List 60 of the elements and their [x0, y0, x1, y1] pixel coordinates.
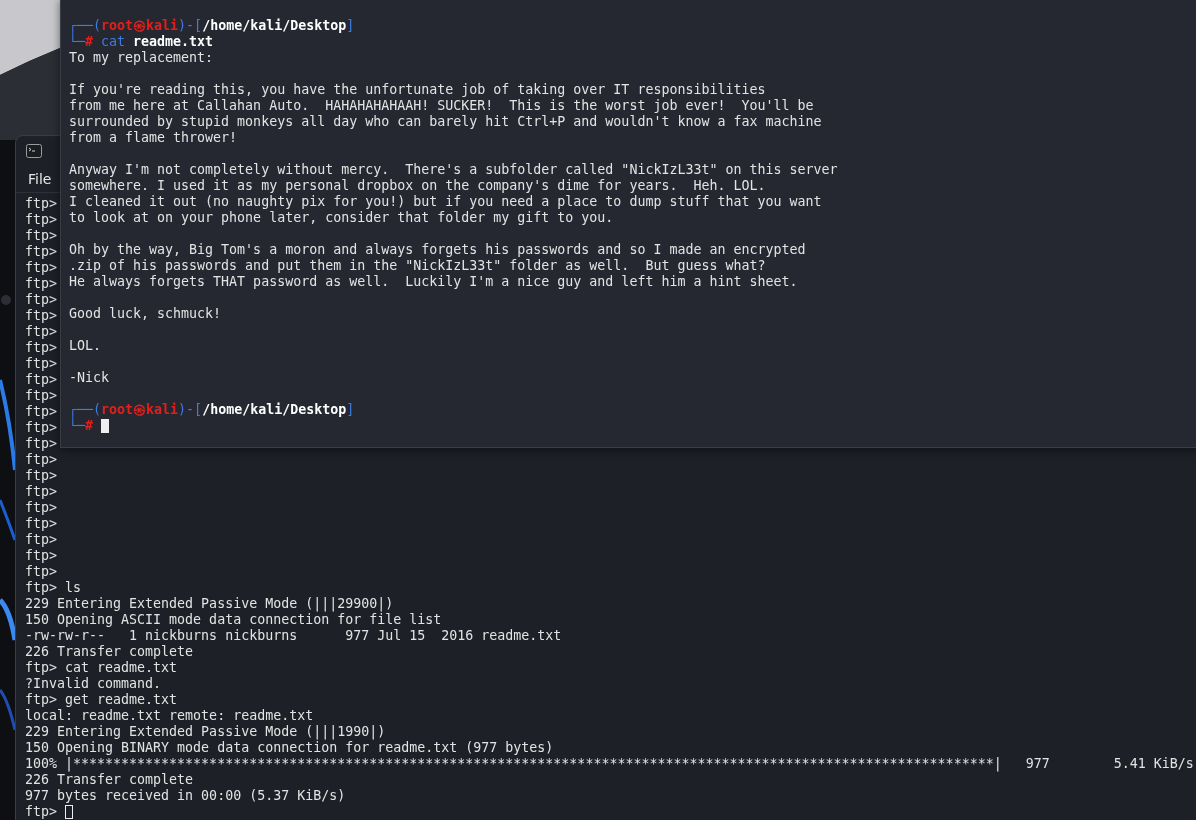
terminal-line: ftp> — [25, 212, 58, 228]
terminal-line: Oh by the way, Big Tom's a moron and always forgets his passwords and so I made an encrypted — [69, 242, 806, 258]
terminal-line: local: readme.txt remote: readme.txt — [25, 708, 314, 724]
terminal-line: 226 Transfer complete — [25, 772, 194, 788]
command-line: └─# cat readme.txt — [69, 34, 214, 50]
terminal-line: ftp> — [25, 308, 58, 324]
terminal-line: -rw-rw-r-- 1 nickburns nickburns 977 Jul 15 2016 readme.txt — [25, 628, 562, 644]
terminal-line: ftp> — [25, 388, 58, 404]
terminal-line: To my replacement: — [69, 50, 214, 66]
terminal-line: 977 bytes received in 00:00 (5.37 KiB/s) — [25, 788, 346, 804]
terminal-line: 226 Transfer complete — [25, 644, 194, 660]
terminal-line: ftp> — [25, 804, 58, 820]
terminal-line: ftp> cat readme.txt — [25, 660, 178, 676]
terminal-line: 229 Entering Extended Passive Mode (|||29900|) — [25, 596, 394, 612]
terminal-line: ftp> — [25, 292, 58, 308]
terminal-line: 100% |*******************************************************************************************************************| 977 5.41 KiB/s — [25, 756, 1194, 772]
terminal-line: I cleaned it out (no naughty pix for you!) but if you need a place to dump stuff that you want — [69, 194, 822, 210]
terminal-line: from me here at Callahan Auto. HAHAHAHAHAAH! SUCKER! This is the worst job ever! You'll be — [69, 98, 814, 114]
terminal-line: ftp> — [25, 276, 58, 292]
terminal-line: ftp> — [25, 244, 58, 260]
menu-item[interactable]: File — [22, 171, 58, 187]
terminal-line: ftp> — [25, 452, 58, 468]
terminal-line: LOL. — [69, 338, 102, 354]
terminal-line: Anyway I'm not completely without mercy. There's a subfolder called "NickIzL33t" on this server — [69, 162, 838, 178]
terminal-line: from a flame thrower! — [69, 130, 238, 146]
terminal-icon — [26, 144, 42, 158]
prompt-line: ┌──(root㉿kali)-[/home/kali/Desktop] — [69, 18, 356, 34]
terminal-line: ftp> — [25, 340, 58, 356]
terminal-line: ftp> — [25, 356, 58, 372]
terminal-line: ftp> — [25, 484, 58, 500]
terminal-line: ?Invalid command. — [25, 676, 162, 692]
terminal-line: ftp> — [25, 228, 58, 244]
terminal-line: ftp> — [25, 564, 58, 580]
terminal-line: ftp> — [25, 420, 58, 436]
terminal-line: ftp> — [25, 436, 58, 452]
terminal-line: If you're reading this, you have the unfortunate job of taking over IT responsibilities — [69, 82, 766, 98]
terminal-line: ftp> — [25, 196, 58, 212]
terminal-line: ftp> — [25, 372, 58, 388]
prompt-line: ┌──(root㉿kali)-[/home/kali/Desktop] — [69, 402, 356, 418]
terminal-line: 150 Opening BINARY mode data connection for readme.txt (977 bytes) — [25, 740, 554, 756]
terminal-line: ftp> — [25, 468, 58, 484]
terminal-line: .zip of his passwords and put them in the "NickIzL33t" folder as well. But guess what? — [69, 258, 766, 274]
terminal-line: He always forgets THAT password as well. Luckily I'm a nice guy and left him a hint sheet. — [69, 274, 798, 290]
terminal-line: 150 Opening ASCII mode data connection for file list — [25, 612, 442, 628]
terminal-line: ftp> — [25, 532, 58, 548]
terminal-line: somewhere. I used it as my personal dropbox on the company's dime for years. Heh. LOL. — [69, 178, 766, 194]
terminal-line: to look at on your phone later, consider that folder my gift to you. — [69, 210, 614, 226]
terminal-line: ftp> — [25, 260, 58, 276]
terminal-line: ftp> — [25, 500, 58, 516]
terminal-line: surrounded by stupid monkeys all day who can barely hit Ctrl+P and wouldn't know a fax machine — [69, 114, 822, 130]
terminal-line: ftp> — [25, 548, 58, 564]
terminal-line: ftp> — [25, 324, 58, 340]
terminal-line: ftp> — [25, 516, 58, 532]
terminal-line: ftp> ls — [25, 580, 82, 596]
terminal-line: ftp> — [25, 404, 58, 420]
terminal-line: 229 Entering Extended Passive Mode (|||1990|) — [25, 724, 386, 740]
terminal-line: Good luck, schmuck! — [69, 306, 222, 322]
command-line: └─# — [69, 418, 94, 434]
terminal-line: ftp> get readme.txt — [25, 692, 178, 708]
terminal-line: -Nick — [69, 370, 110, 386]
